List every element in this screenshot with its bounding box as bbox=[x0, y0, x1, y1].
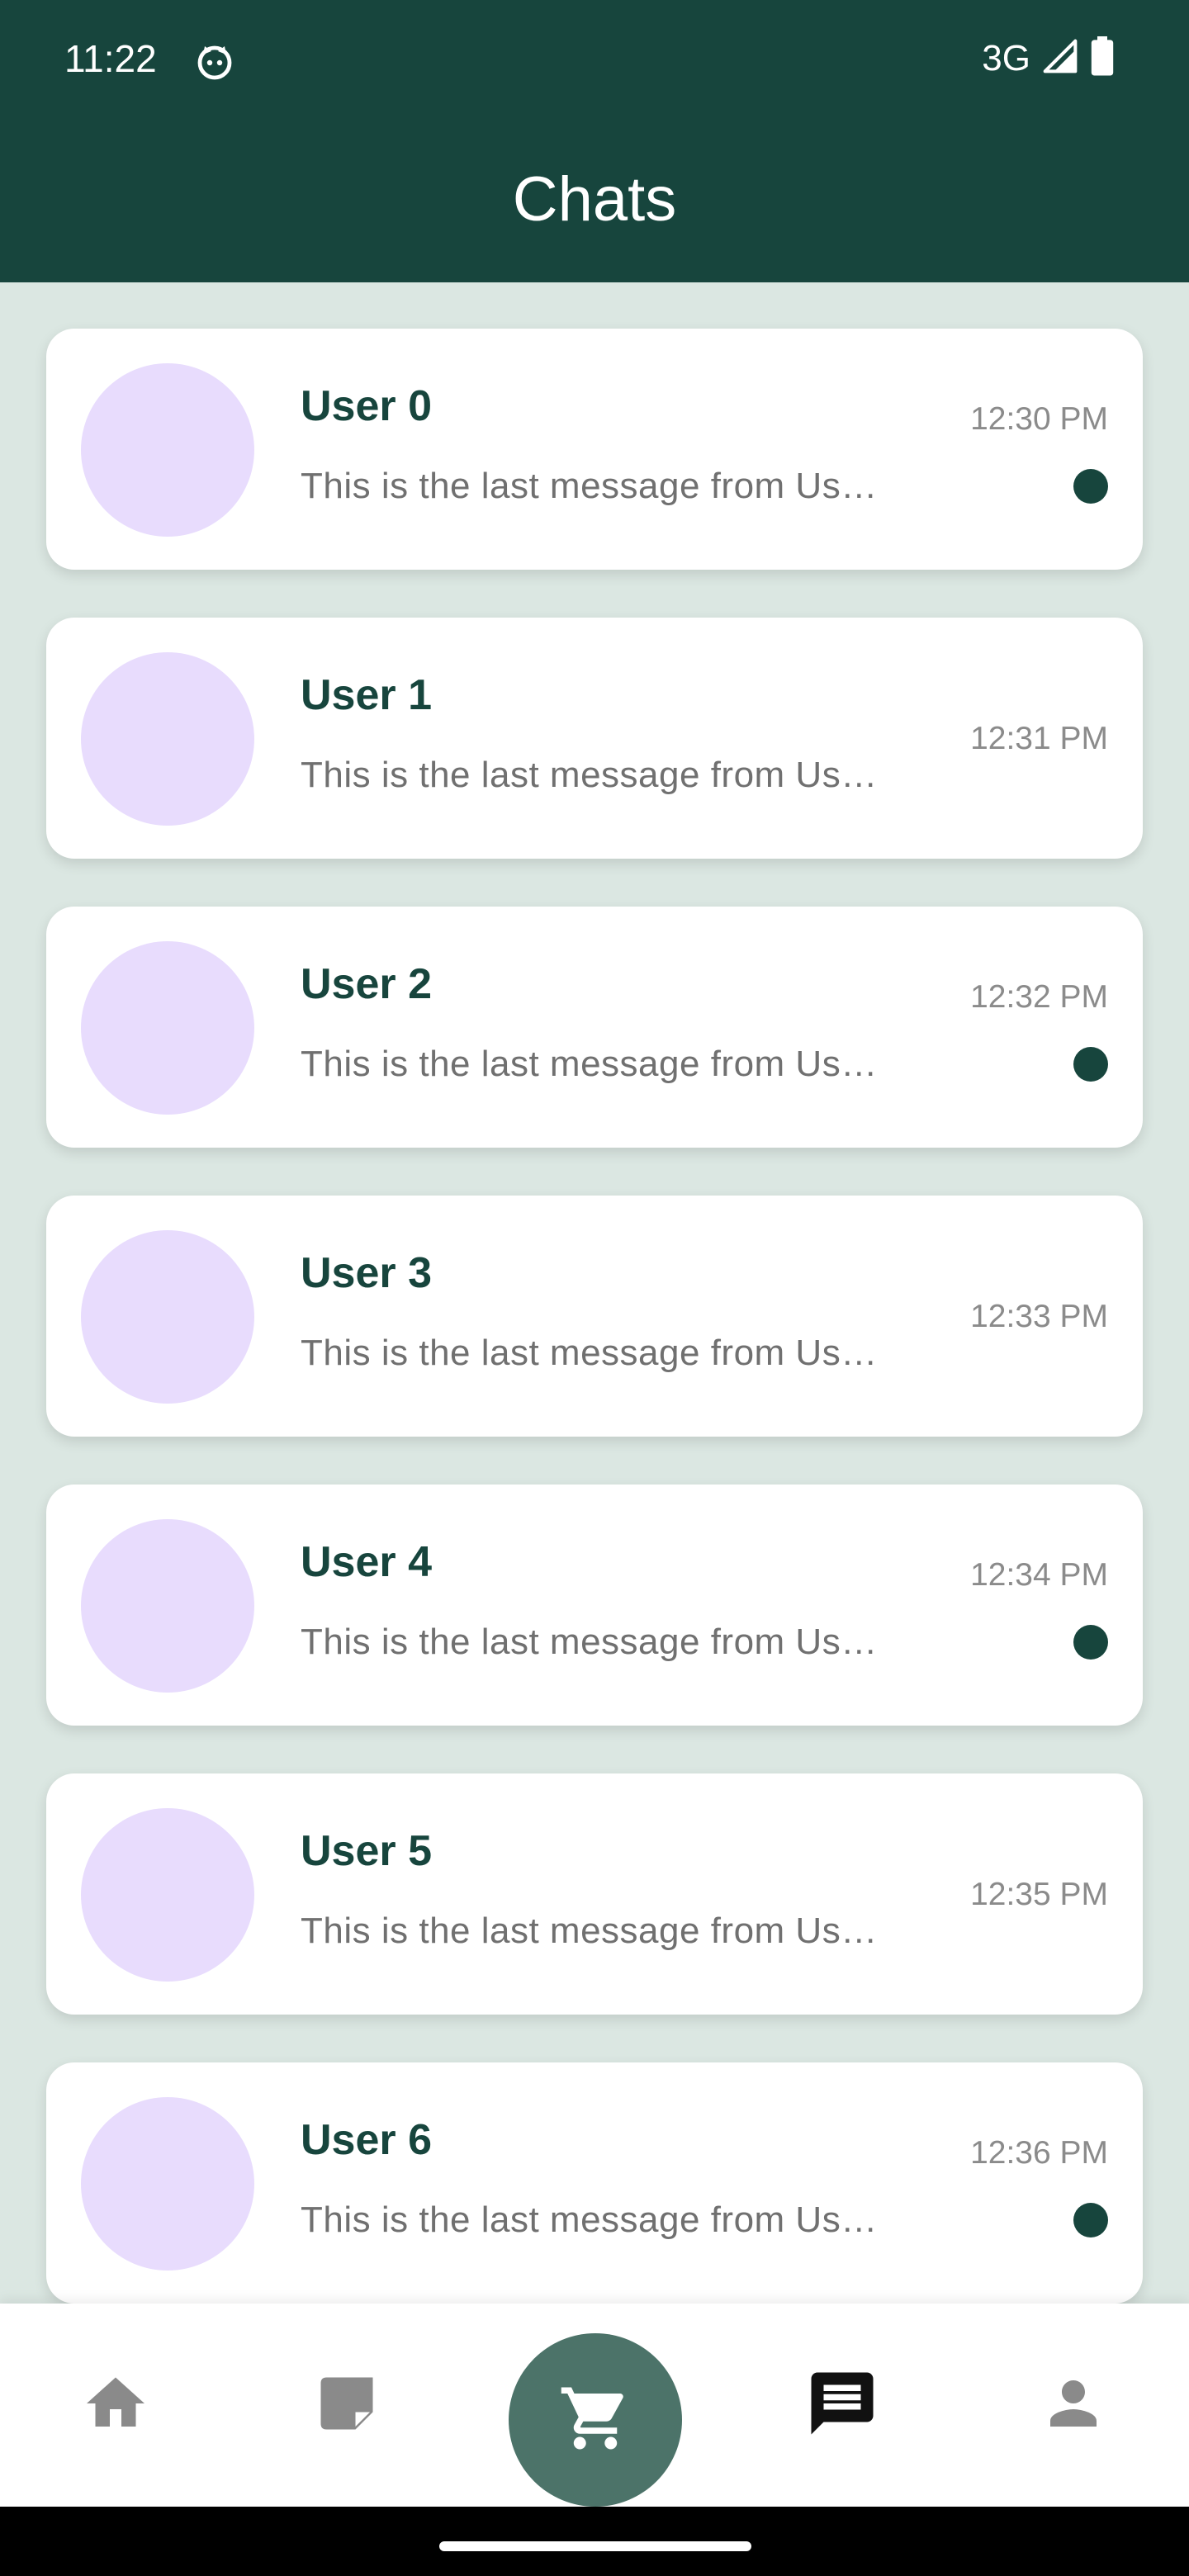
nav-notes[interactable] bbox=[231, 2304, 462, 2507]
network-type: 3G bbox=[982, 37, 1030, 78]
chat-last-message: This is the last message from Us… bbox=[301, 755, 878, 795]
home-icon bbox=[81, 2369, 150, 2442]
chat-last-message: This is the last message from Us… bbox=[301, 1911, 878, 1951]
chat-item[interactable]: User 2 This is the last message from Us…… bbox=[46, 907, 1143, 1148]
nav-profile[interactable] bbox=[958, 2304, 1189, 2507]
chat-name: User 2 bbox=[301, 960, 432, 1008]
chat-time: 12:32 PM bbox=[970, 979, 1108, 1015]
chat-item[interactable]: User 4 This is the last message from Us…… bbox=[46, 1485, 1143, 1726]
chat-last-message: This is the last message from Us… bbox=[301, 1622, 878, 1662]
bottom-navigation bbox=[0, 2304, 1189, 2507]
cart-button[interactable] bbox=[509, 2333, 682, 2507]
system-gesture-bar bbox=[0, 2507, 1189, 2576]
status-indicators: 3G bbox=[982, 36, 1115, 80]
avatar bbox=[81, 1230, 254, 1404]
chat-icon bbox=[805, 2366, 879, 2445]
chat-name: User 3 bbox=[301, 1249, 432, 1297]
chat-time: 12:35 PM bbox=[970, 1877, 1108, 1912]
chat-item[interactable]: User 6 This is the last message from Us…… bbox=[46, 2062, 1143, 2304]
avatar bbox=[81, 941, 254, 1115]
signal-icon bbox=[1042, 38, 1078, 78]
chat-name: User 6 bbox=[301, 2116, 432, 2164]
chat-last-message: This is the last message from Us… bbox=[301, 1333, 878, 1373]
face-icon bbox=[195, 41, 234, 81]
cart-icon bbox=[558, 2381, 632, 2460]
chat-last-message: This is the last message from Us… bbox=[301, 1044, 878, 1084]
chat-name: User 4 bbox=[301, 1538, 432, 1586]
chat-time: 12:34 PM bbox=[970, 1557, 1108, 1593]
person-icon bbox=[1039, 2369, 1108, 2442]
unread-indicator bbox=[1073, 1625, 1108, 1660]
chat-time: 12:31 PM bbox=[970, 721, 1108, 756]
chat-name: User 1 bbox=[301, 671, 432, 719]
unread-indicator bbox=[1073, 1047, 1108, 1082]
chat-name: User 5 bbox=[301, 1827, 432, 1875]
avatar bbox=[81, 363, 254, 537]
chat-item[interactable]: User 1 This is the last message from Us…… bbox=[46, 618, 1143, 859]
avatar bbox=[81, 1808, 254, 1982]
chat-last-message: This is the last message from Us… bbox=[301, 466, 878, 506]
status-bar: 11:22 3G bbox=[0, 0, 1189, 116]
nav-home[interactable] bbox=[0, 2304, 231, 2507]
battery-icon bbox=[1090, 36, 1115, 80]
chat-last-message: This is the last message from Us… bbox=[301, 2200, 878, 2240]
chat-time: 12:36 PM bbox=[970, 2135, 1108, 2171]
status-time: 11:22 bbox=[64, 37, 157, 80]
chat-list[interactable]: User 0 This is the last message from Us…… bbox=[0, 282, 1189, 2304]
chat-item[interactable]: User 3 This is the last message from Us…… bbox=[46, 1196, 1143, 1437]
chat-time: 12:33 PM bbox=[970, 1299, 1108, 1334]
avatar bbox=[81, 652, 254, 826]
avatar bbox=[81, 2097, 254, 2271]
chat-time: 12:30 PM bbox=[970, 401, 1108, 437]
avatar bbox=[81, 1519, 254, 1693]
note-icon bbox=[312, 2369, 381, 2442]
chat-item[interactable]: User 5 This is the last message from Us…… bbox=[46, 1773, 1143, 2015]
unread-indicator bbox=[1073, 2203, 1108, 2237]
nav-chats[interactable] bbox=[727, 2304, 958, 2507]
chat-name: User 0 bbox=[301, 382, 432, 430]
unread-indicator bbox=[1073, 469, 1108, 504]
app-header: Chats bbox=[0, 116, 1189, 282]
home-gesture-handle[interactable] bbox=[439, 2541, 751, 2551]
chat-item[interactable]: User 0 This is the last message from Us…… bbox=[46, 329, 1143, 570]
page-title: Chats bbox=[512, 163, 677, 234]
